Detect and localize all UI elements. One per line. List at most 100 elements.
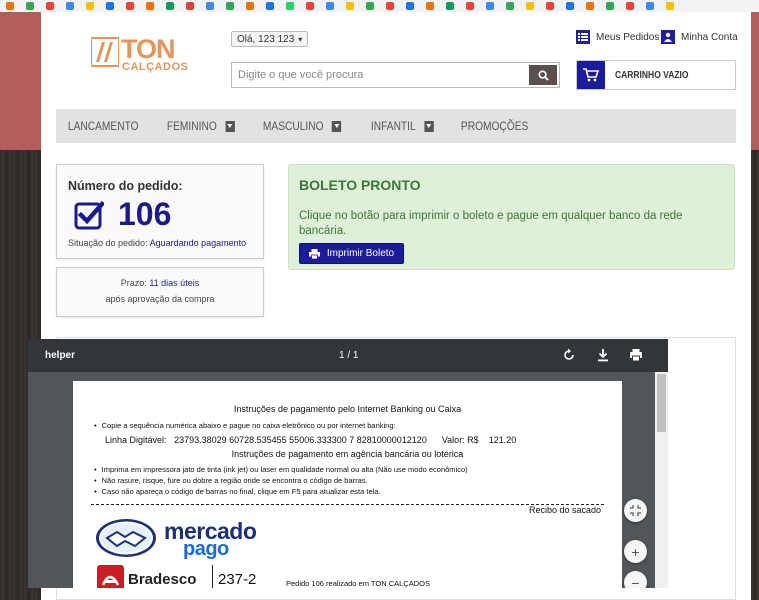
cart-label: CARRINHO VAZIO bbox=[615, 69, 689, 81]
nav-item-label: INFANTIL bbox=[371, 119, 416, 133]
linha-digitavel: Linha Digitável: 23793.38029 60728.53545… bbox=[105, 435, 516, 445]
bookmark-icon[interactable] bbox=[106, 2, 114, 10]
cut-line bbox=[91, 504, 604, 505]
zoom-out-button[interactable]: − bbox=[624, 571, 647, 588]
list-icon bbox=[576, 30, 590, 44]
boleto-ready-alert: BOLETO PRONTO Clique no botão para impri… bbox=[288, 164, 735, 270]
my-account-label: Minha Conta bbox=[681, 31, 738, 43]
fit-page-button[interactable] bbox=[624, 499, 647, 522]
bookmark-icon[interactable] bbox=[146, 2, 154, 10]
bookmark-icon[interactable] bbox=[166, 2, 174, 10]
bookmark-icon[interactable] bbox=[266, 2, 274, 10]
my-account-link[interactable]: Minha Conta bbox=[661, 30, 738, 44]
bookmark-icon[interactable] bbox=[486, 2, 494, 10]
bookmark-icon[interactable] bbox=[526, 2, 534, 10]
bookmark-icon[interactable] bbox=[226, 2, 234, 10]
bookmark-icon[interactable] bbox=[286, 2, 294, 10]
store-logo[interactable]: TON CALÇADOS bbox=[91, 34, 191, 74]
bookmark-icon[interactable] bbox=[426, 2, 434, 10]
bookmark-icon[interactable] bbox=[566, 2, 574, 10]
nav-item-infantil[interactable]: INFANTIL bbox=[359, 109, 445, 143]
mercado-pago-word2: pago bbox=[183, 538, 229, 560]
boleto-title: BOLETO PRONTO bbox=[299, 177, 421, 193]
nav-item-label: FEMININO bbox=[167, 119, 217, 133]
bookmark-icon[interactable] bbox=[466, 2, 474, 10]
pdf-title: helper bbox=[45, 350, 76, 361]
bookmark-icon[interactable] bbox=[46, 2, 54, 10]
pedido-line: Pedido 106 realizado em TON CALÇADOS bbox=[286, 579, 430, 588]
bookmark-icon[interactable] bbox=[446, 2, 454, 10]
delivery-term-note: após aprovação da compra bbox=[105, 294, 215, 304]
user-greeting-dropdown[interactable]: Olá, 123 123 ▾ bbox=[231, 31, 309, 47]
print-boleto-button[interactable]: Imprimir Boleto bbox=[299, 243, 404, 264]
search-bar bbox=[231, 62, 560, 88]
delivery-term-value: 11 dias úteis bbox=[149, 278, 200, 288]
scrollbar-thumb[interactable] bbox=[657, 374, 666, 432]
handshake-icon bbox=[96, 519, 156, 557]
fit-page-icon bbox=[630, 505, 641, 516]
bookmark-icon[interactable] bbox=[666, 2, 674, 10]
doc-heading-internet-banking: Instruções de pagamento pelo Internet Ba… bbox=[233, 404, 462, 414]
order-number: 106 bbox=[118, 196, 172, 232]
zoom-in-button[interactable]: + bbox=[624, 540, 647, 563]
valor-label: Valor: R$ bbox=[441, 435, 479, 445]
nav-item-promocoes[interactable]: PROMOÇÕES bbox=[449, 109, 540, 143]
search-icon bbox=[537, 69, 549, 81]
order-status: Situação do pedido: Aguardando pagamento bbox=[68, 238, 246, 248]
bookmark-icon[interactable] bbox=[386, 2, 394, 10]
bookmark-icon[interactable] bbox=[326, 2, 334, 10]
bank-code: 237-2 bbox=[218, 571, 257, 588]
bookmark-icon[interactable] bbox=[6, 2, 14, 10]
bookmark-icon[interactable] bbox=[26, 2, 34, 10]
bookmark-icon[interactable] bbox=[246, 2, 254, 10]
chevron-down-icon bbox=[225, 120, 235, 132]
delivery-term: Prazo: 11 dias úteis bbox=[57, 278, 263, 288]
print-boleto-label: Imprimir Boleto bbox=[326, 248, 395, 259]
bookmark-icon[interactable] bbox=[306, 2, 314, 10]
order-number-title: Número do pedido: bbox=[68, 179, 183, 193]
nav-item-masculino[interactable]: MASCULINO bbox=[251, 109, 353, 143]
nav-item-lancamento[interactable]: LANCAMENTO bbox=[56, 109, 150, 143]
bookmark-icon[interactable] bbox=[366, 2, 374, 10]
nav-item-feminino[interactable]: FEMININO bbox=[155, 109, 247, 143]
bookmark-icon[interactable] bbox=[206, 2, 214, 10]
bookmark-icon[interactable] bbox=[186, 2, 194, 10]
doc-bullet: Copie a sequência numérica abaixo e pagu… bbox=[94, 421, 396, 430]
nav-item-label: LANCAMENTO bbox=[67, 119, 139, 133]
search-button[interactable] bbox=[529, 65, 557, 85]
cart-icon bbox=[577, 61, 605, 89]
order-status-label: Situação do pedido: bbox=[68, 238, 148, 248]
printer-icon bbox=[308, 248, 320, 259]
bookmark-icon[interactable] bbox=[626, 2, 634, 10]
pdf-page: Instruções de pagamento pelo Internet Ba… bbox=[73, 381, 622, 588]
delivery-term-label: Prazo: bbox=[120, 278, 147, 288]
pdf-scrollbar[interactable] bbox=[655, 372, 668, 588]
bradesco-logo: Bradesco 237-2 bbox=[97, 565, 267, 588]
doc-heading-agencia: Instruções de pagamento em agência bancá… bbox=[231, 449, 464, 459]
rotate-icon[interactable] bbox=[562, 348, 576, 362]
zoom-in-icon: + bbox=[631, 543, 640, 560]
bookmark-icon[interactable] bbox=[586, 2, 594, 10]
checkbox-checked-icon bbox=[74, 200, 104, 230]
download-icon[interactable] bbox=[596, 348, 610, 362]
bookmark-icon[interactable] bbox=[86, 2, 94, 10]
bookmark-icon[interactable] bbox=[66, 2, 74, 10]
bookmark-icon[interactable] bbox=[346, 2, 354, 10]
pdf-page-indicator: 1 / 1 bbox=[339, 350, 359, 361]
pdf-viewer[interactable]: helper 1 / 1 Instruções de pagamento pel… bbox=[28, 339, 668, 588]
shoe-logo-icon bbox=[91, 37, 119, 67]
bookmark-icon[interactable] bbox=[606, 2, 614, 10]
cart-button[interactable]: CARRINHO VAZIO bbox=[576, 60, 736, 90]
print-icon[interactable] bbox=[629, 348, 643, 362]
bookmark-icon[interactable] bbox=[406, 2, 414, 10]
bookmark-icon[interactable] bbox=[506, 2, 514, 10]
my-orders-label: Meus Pedidos bbox=[596, 31, 660, 43]
user-icon bbox=[661, 30, 675, 44]
bookmark-icon[interactable] bbox=[546, 2, 554, 10]
search-input[interactable] bbox=[234, 65, 530, 85]
pdf-toolbar: helper 1 / 1 bbox=[28, 339, 668, 372]
my-orders-link[interactable]: Meus Pedidos bbox=[576, 30, 659, 44]
bookmark-icon[interactable] bbox=[646, 2, 654, 10]
bookmark-icon[interactable] bbox=[126, 2, 134, 10]
bookmarks-bar bbox=[0, 0, 759, 12]
